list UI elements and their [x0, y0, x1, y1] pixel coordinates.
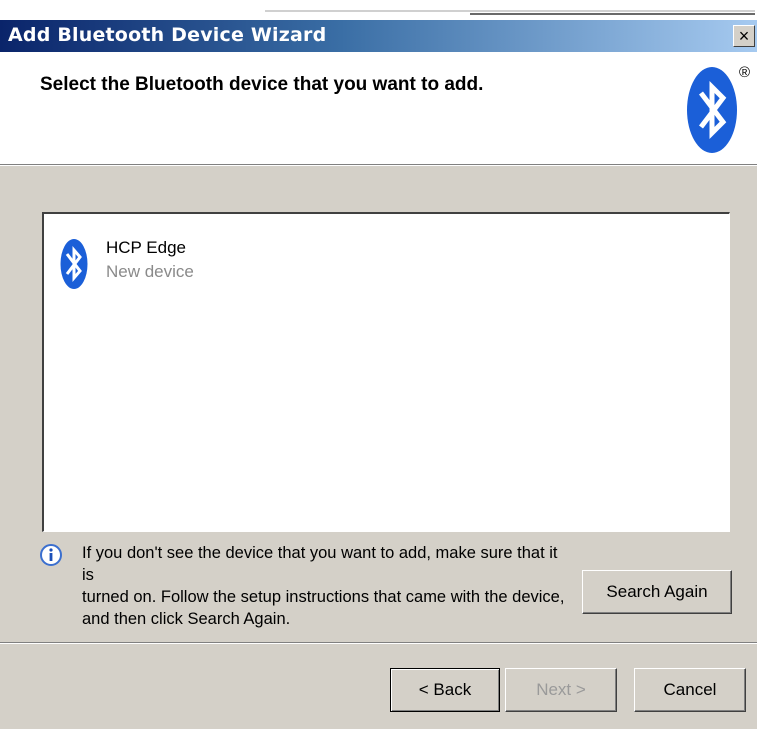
- registered-mark: ®: [739, 64, 751, 81]
- close-button[interactable]: ×: [733, 25, 755, 47]
- info-message: If you don't see the device that you wan…: [82, 542, 572, 630]
- device-name: HCP Edge: [106, 238, 187, 257]
- info-line: If you don't see the device that you wan…: [82, 544, 558, 584]
- device-status: New device: [106, 262, 194, 281]
- back-button[interactable]: < Back: [390, 668, 500, 712]
- device-list[interactable]: HCP Edge New device: [42, 212, 730, 532]
- list-item-device[interactable]: HCP Edge New device: [60, 234, 310, 294]
- window-title: Add Bluetooth Device Wizard: [8, 24, 327, 46]
- search-again-button[interactable]: Search Again: [582, 570, 732, 614]
- info-line: and then click Search Again.: [82, 610, 291, 628]
- bluetooth-logo-icon: [687, 67, 737, 153]
- info-line: turned on. Follow the setup instructions…: [82, 588, 565, 606]
- info-icon: [40, 544, 62, 566]
- footer-divider-highlight: [0, 643, 757, 644]
- next-button[interactable]: Next >: [505, 668, 617, 712]
- wizard-header: Select the Bluetooth device that you wan…: [0, 52, 757, 164]
- background-line: [265, 10, 755, 12]
- top-strip: [0, 0, 757, 20]
- bluetooth-icon: [60, 239, 88, 289]
- title-bar[interactable]: Add Bluetooth Device Wizard ×: [0, 20, 757, 52]
- background-line: [470, 13, 755, 15]
- page-heading: Select the Bluetooth device that you wan…: [40, 74, 484, 95]
- cancel-button[interactable]: Cancel: [634, 668, 746, 712]
